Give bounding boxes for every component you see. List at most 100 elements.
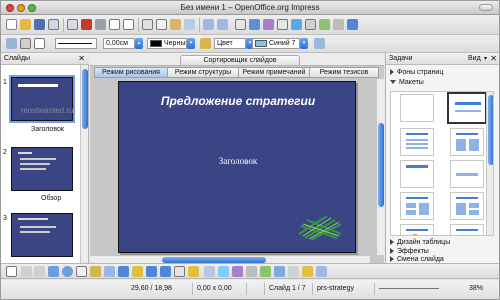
slide-thumbnail-2[interactable]: [11, 147, 73, 191]
open-folder-icon[interactable]: [20, 19, 31, 30]
email-icon[interactable]: [48, 19, 59, 30]
slides-scrollbar-thumb[interactable]: [82, 69, 88, 129]
close-pane-icon[interactable]: ✕: [490, 54, 497, 63]
connector-tool-icon[interactable]: [104, 266, 115, 277]
redo-icon[interactable]: [217, 19, 228, 30]
chevron-down-icon[interactable]: ▾: [484, 55, 487, 62]
navigator-icon[interactable]: [305, 19, 316, 30]
tab-drawing-view[interactable]: Режим рисования: [94, 67, 168, 78]
layout-content-2content[interactable]: [450, 192, 484, 220]
layouts-scrollbar[interactable]: [486, 92, 493, 235]
layout-two-content[interactable]: [450, 128, 484, 156]
section-custom-animation[interactable]: Эффекты: [390, 248, 429, 255]
current-slide[interactable]: Предложение стратегии Заголовок: [118, 81, 356, 253]
layout-title-content[interactable]: [400, 128, 434, 156]
section-layouts[interactable]: Макеты: [390, 79, 424, 86]
area-style-select[interactable]: Цвет: [214, 38, 246, 49]
block-arrows-icon[interactable]: [146, 266, 157, 277]
layout-blank[interactable]: [400, 94, 434, 122]
line-style-select[interactable]: [55, 38, 97, 49]
arrow-style-icon[interactable]: [34, 38, 45, 49]
line-width-stepper[interactable]: ▴: [135, 38, 143, 49]
text-tool-icon[interactable]: [76, 266, 87, 277]
slides-scrollbar[interactable]: [80, 65, 88, 263]
print-icon[interactable]: [95, 19, 106, 30]
area-icon[interactable]: [200, 38, 211, 49]
canvas-vertical-scrollbar-thumb[interactable]: [378, 123, 384, 207]
extrusion-icon[interactable]: [316, 266, 327, 277]
export-pdf-icon[interactable]: [81, 19, 92, 30]
zoom-slider[interactable]: [377, 283, 461, 295]
new-document-icon[interactable]: [6, 19, 17, 30]
ellipse-tool-icon[interactable]: [62, 266, 73, 277]
line-width-input[interactable]: 0,00см: [103, 38, 135, 49]
tab-handout-view[interactable]: Режим тезисов: [309, 67, 379, 78]
spellcheck-icon[interactable]: [109, 19, 120, 30]
layout-title-slide[interactable]: [447, 92, 487, 124]
hyperlink-icon[interactable]: [291, 19, 302, 30]
glue-points-icon[interactable]: [218, 266, 229, 277]
line-icon[interactable]: [20, 38, 31, 49]
rectangle-tool-icon[interactable]: [48, 266, 59, 277]
slide-subtitle[interactable]: Заголовок: [119, 156, 357, 166]
layouts-scrollbar-thumb[interactable]: [488, 95, 493, 165]
line-color-dropdown[interactable]: ▾: [187, 38, 195, 49]
layout-title-only[interactable]: [400, 160, 434, 188]
section-master-pages[interactable]: Фоны страниц: [390, 69, 443, 76]
alignment-icon[interactable]: [288, 266, 299, 277]
tab-notes-view[interactable]: Режим примечаний: [238, 67, 310, 78]
shadow-icon[interactable]: [314, 38, 325, 49]
flowchart-icon[interactable]: [160, 266, 171, 277]
chart-icon[interactable]: [249, 19, 260, 30]
select-pointer-icon[interactable]: [6, 266, 17, 277]
arrow-line-tool-icon[interactable]: [34, 266, 45, 277]
zoom-icon[interactable]: [333, 19, 344, 30]
movie-icon[interactable]: [277, 19, 288, 30]
status-zoom[interactable]: 38%: [467, 283, 497, 295]
callouts-icon[interactable]: [174, 266, 185, 277]
area-color-select[interactable]: Синий 7: [252, 38, 300, 49]
symbol-shapes-icon[interactable]: [132, 266, 143, 277]
save-icon[interactable]: [34, 19, 45, 30]
area-color-dropdown[interactable]: ▾: [300, 38, 308, 49]
table-icon[interactable]: [235, 19, 246, 30]
curve-tool-icon[interactable]: [90, 266, 101, 277]
tab-slide-sorter[interactable]: Сортировщик слайдов: [180, 55, 300, 65]
tasks-view-menu[interactable]: Вид: [468, 55, 481, 62]
layout-title-clipart[interactable]: [450, 224, 484, 235]
canvas-vertical-scrollbar[interactable]: [376, 79, 384, 255]
slide-title[interactable]: Предложение стратегии: [119, 94, 357, 108]
basic-shapes-icon[interactable]: [118, 266, 129, 277]
close-pane-icon[interactable]: ✕: [78, 54, 85, 63]
autospellcheck-icon[interactable]: [123, 19, 134, 30]
section-table-design[interactable]: Дизайн таблицы: [390, 239, 450, 246]
paste-icon[interactable]: [170, 19, 181, 30]
clone-formatting-icon[interactable]: [184, 19, 195, 30]
help-icon[interactable]: [347, 19, 358, 30]
arrange-icon[interactable]: [302, 266, 313, 277]
section-slide-transition[interactable]: Смена слайда: [390, 256, 444, 263]
cut-icon[interactable]: [142, 19, 153, 30]
canvas-horizontal-scrollbar[interactable]: [90, 255, 370, 263]
layout-title-2content-content[interactable]: [400, 192, 434, 220]
gallery-icon[interactable]: [319, 19, 330, 30]
edit-file-icon[interactable]: [67, 19, 78, 30]
points-icon[interactable]: [204, 266, 215, 277]
slide-thumbnail-3[interactable]: [11, 213, 73, 257]
styles-icon[interactable]: [6, 38, 17, 49]
from-file-icon[interactable]: [246, 266, 257, 277]
undo-icon[interactable]: [203, 19, 214, 30]
gallery-icon[interactable]: [260, 266, 271, 277]
rotate-icon[interactable]: [274, 266, 285, 277]
line-color-swatch: [150, 39, 162, 47]
copy-icon[interactable]: [156, 19, 167, 30]
line-color-select[interactable]: Черный: [147, 38, 187, 49]
line-tool-icon[interactable]: [21, 266, 32, 277]
stars-icon[interactable]: [188, 266, 199, 277]
fontwork-gallery-icon[interactable]: [232, 266, 243, 277]
layout-centered-text[interactable]: [450, 160, 484, 188]
toolbar-toggle-button[interactable]: [479, 4, 493, 11]
tab-outline-view[interactable]: Режим структуры: [167, 67, 239, 78]
fontwork-icon[interactable]: [263, 19, 274, 30]
layout-title-chart[interactable]: [400, 224, 434, 235]
